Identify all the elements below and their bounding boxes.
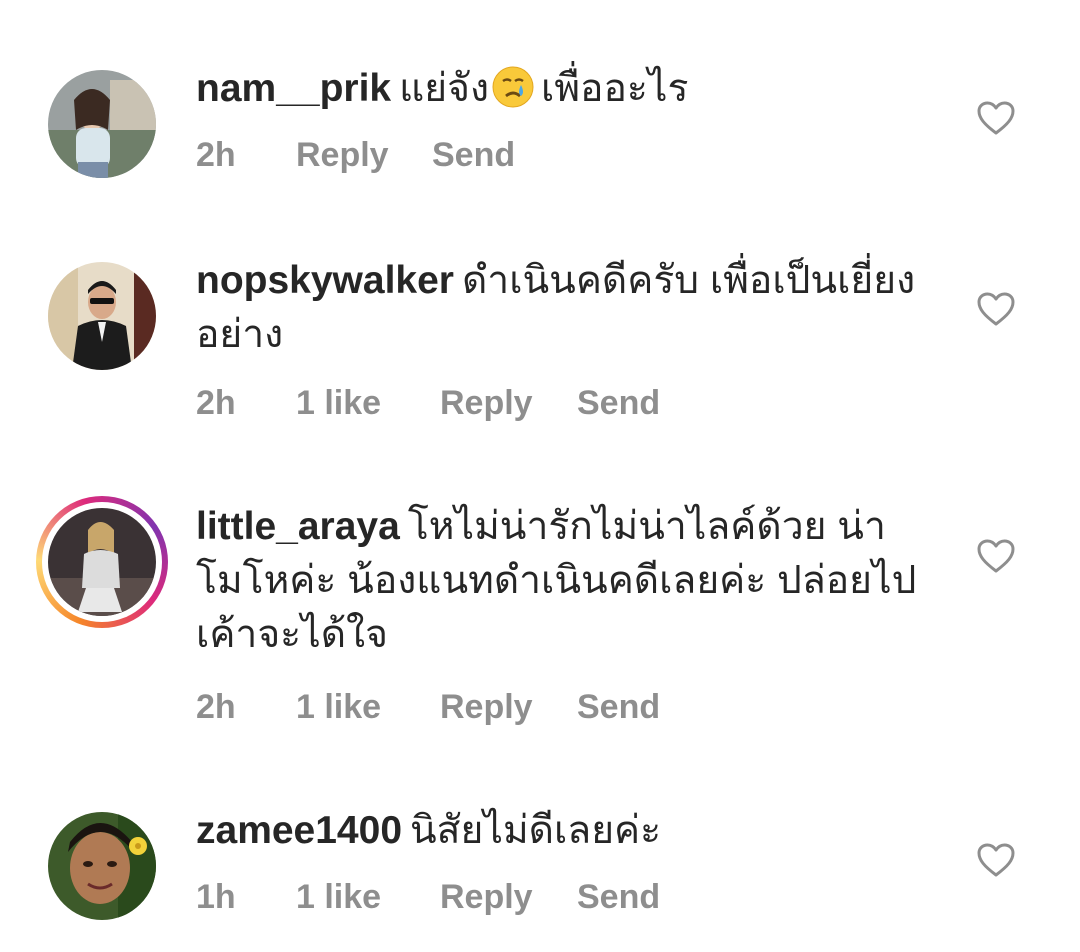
comment-time: 2h (196, 136, 236, 174)
comment-username[interactable]: zamee1400 (196, 809, 402, 852)
comment-username[interactable]: little_araya (196, 505, 400, 548)
reply-button[interactable]: Reply (296, 136, 389, 175)
avatar[interactable] (48, 262, 156, 370)
avatar[interactable] (48, 70, 156, 178)
comment-time: 2h (196, 384, 236, 422)
like-count[interactable]: 1 like (296, 688, 381, 727)
like-heart-icon[interactable] (976, 842, 1016, 878)
like-count[interactable]: 1 like (296, 878, 381, 917)
send-button[interactable]: Send (432, 136, 515, 175)
send-button[interactable]: Send (577, 878, 660, 917)
reply-button[interactable]: Reply (440, 384, 533, 423)
comment-body: แย่จัง (399, 67, 489, 110)
send-button[interactable]: Send (577, 384, 660, 423)
like-count[interactable]: 1 like (296, 384, 381, 423)
reply-button[interactable]: Reply (440, 878, 533, 917)
comment-text: little_araya โหไม่น่ารักไม่น่าไลค์ด้วย น่… (196, 500, 956, 662)
comment-text: nam__prik แย่จัง เพื่ออะไร (196, 62, 956, 116)
like-heart-icon[interactable] (976, 100, 1016, 136)
story-ring[interactable] (36, 496, 168, 628)
comment-username[interactable]: nopskywalker (196, 259, 454, 302)
send-button[interactable]: Send (577, 688, 660, 727)
crying-face-emoji (491, 65, 535, 109)
comment-text: zamee1400 นิสัยไม่ดีเลยค่ะ (196, 804, 956, 858)
comment-time: 1h (196, 878, 236, 916)
like-heart-icon[interactable] (976, 538, 1016, 574)
comment-username[interactable]: nam__prik (196, 67, 391, 110)
comment-body: นิสัยไม่ดีเลยค่ะ (410, 809, 662, 852)
avatar[interactable] (48, 812, 156, 920)
comment-text: nopskywalker ดำเนินคดีครับ เพื่อเป็นเยี่ย… (196, 254, 956, 362)
comment-body-cont: เพื่ออะไร (541, 67, 689, 110)
comment-time: 2h (196, 688, 236, 726)
reply-button[interactable]: Reply (440, 688, 533, 727)
like-heart-icon[interactable] (976, 291, 1016, 327)
avatar (48, 508, 156, 616)
